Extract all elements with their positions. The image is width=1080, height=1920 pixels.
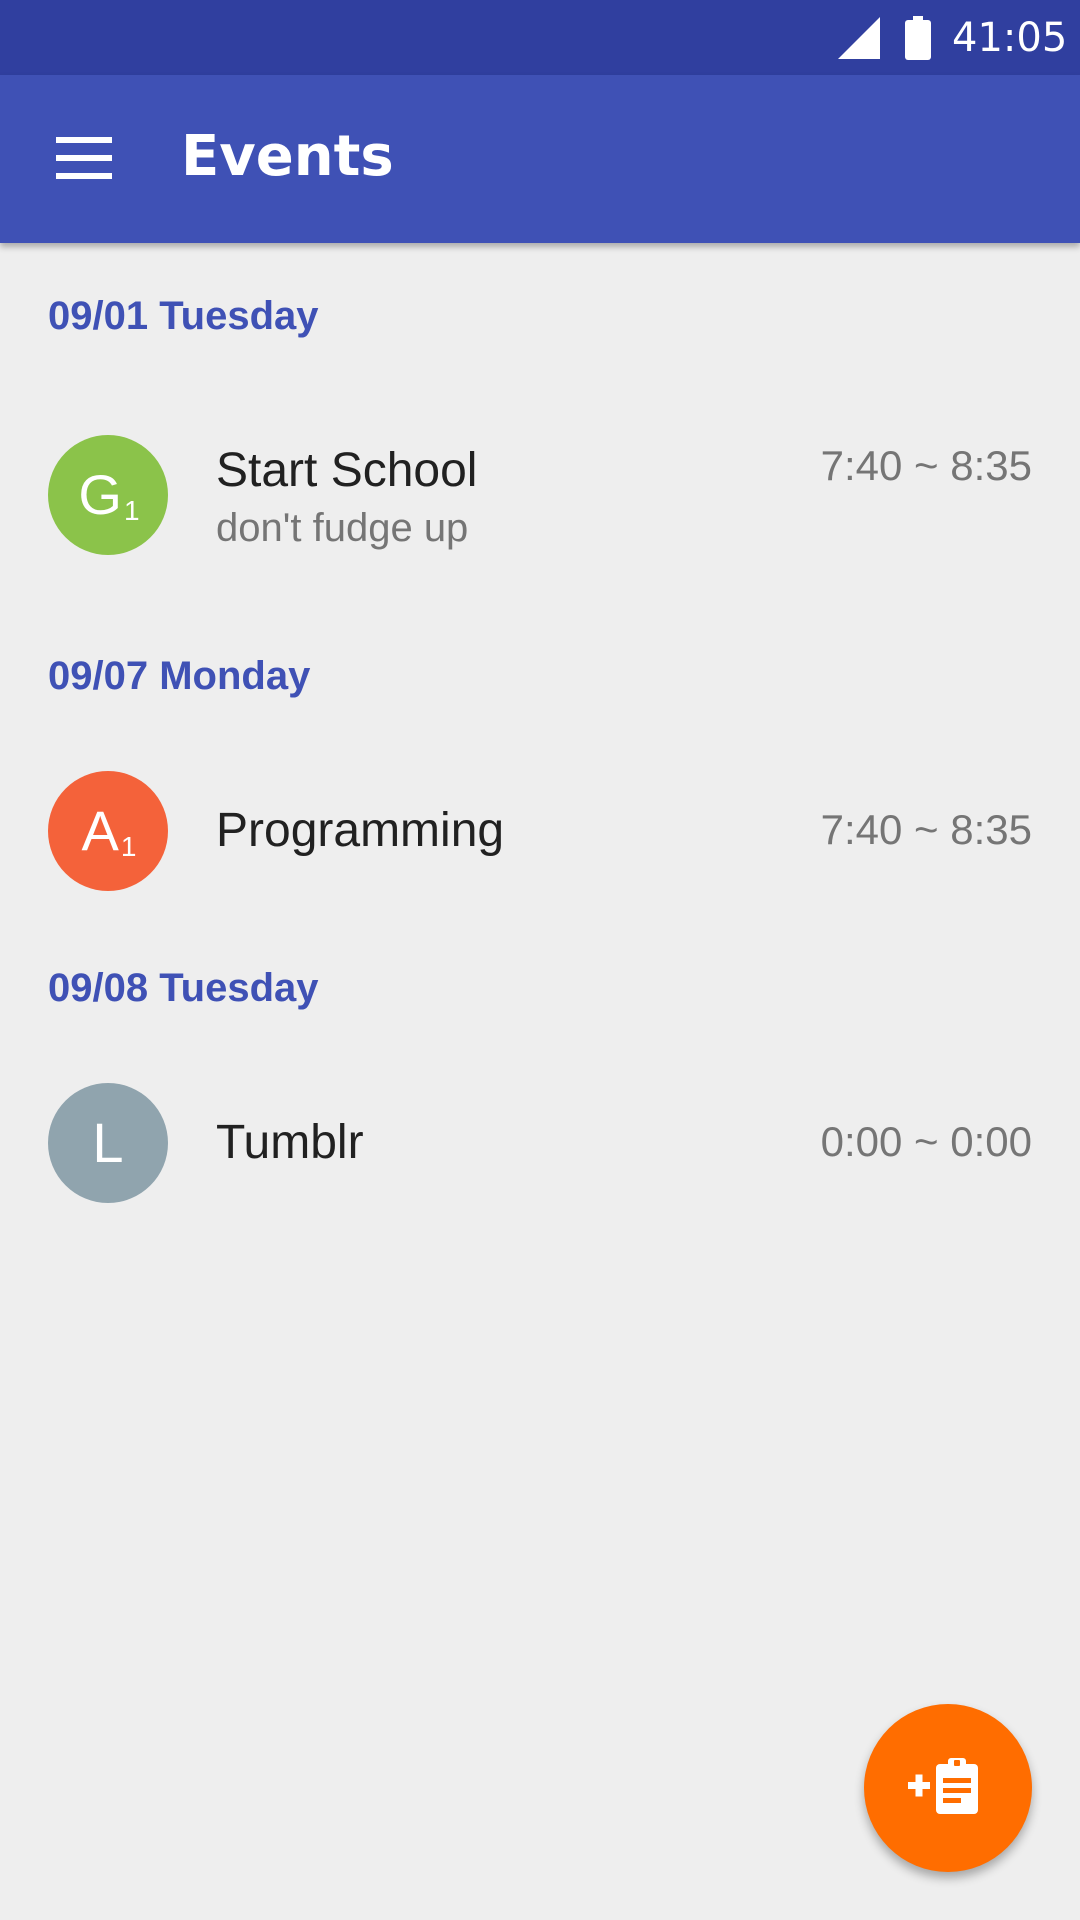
event-title: Start School [216,444,478,497]
event-title: Programming [216,804,505,857]
event-avatar: L [48,1083,168,1203]
add-assignment-icon [908,1758,978,1814]
status-bar: 41:05 [0,0,1080,75]
event-time: 7:40 ~ 8:35 [820,806,1032,853]
avatar-letter: G [78,463,122,526]
event-avatar: G1 [48,435,168,555]
date-header: 09/01 Tuesday [48,294,319,338]
avatar-letter: A [81,799,119,862]
event-time: 7:40 ~ 8:35 [820,442,1032,489]
status-time: 41:05 [952,15,1068,61]
page-title: Events [181,124,394,189]
event-item-tumblr[interactable]: L Tumblr 0:00 ~ 0:00 [0,1063,1080,1223]
hamburger-menu-icon[interactable] [56,137,112,179]
event-item-start-school[interactable]: G1 Start School don't fudge up 7:40 ~ 8:… [0,415,1080,575]
add-event-fab[interactable] [864,1704,1032,1872]
app-bar: Events [0,75,1080,243]
avatar-subscript: 1 [120,831,137,862]
event-item-programming[interactable]: A1 Programming 7:40 ~ 8:35 [0,751,1080,911]
avatar-letter: L [92,1111,124,1174]
date-header: 09/08 Tuesday [48,966,319,1010]
event-avatar: A1 [48,771,168,891]
event-title: Tumblr [216,1116,364,1169]
date-header: 09/07 Monday [48,654,311,698]
battery-icon [905,16,931,60]
event-time: 0:00 ~ 0:00 [820,1118,1032,1165]
event-subtitle: don't fudge up [216,506,469,550]
cell-signal-icon [838,17,880,59]
avatar-subscript: 1 [123,495,140,526]
